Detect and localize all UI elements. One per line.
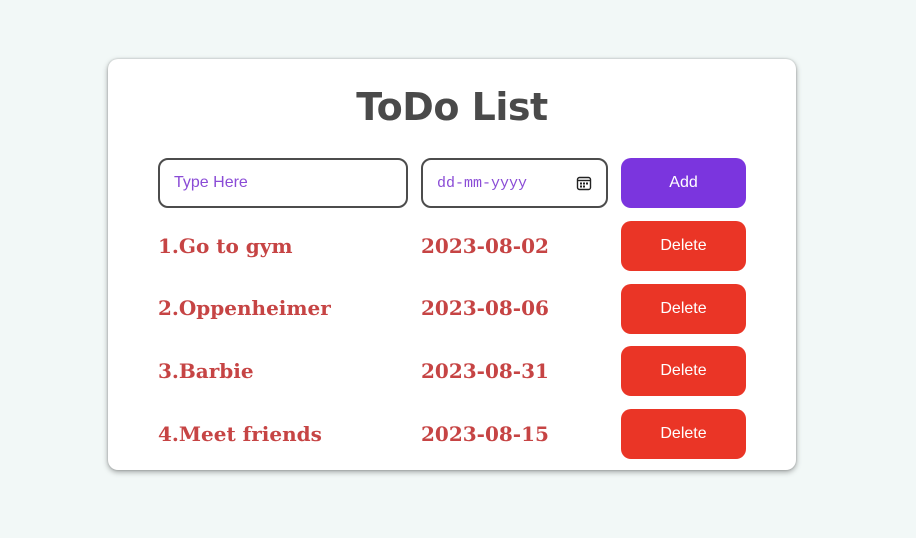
todo-date: 2023-08-31 — [421, 359, 549, 383]
task-input[interactable] — [158, 158, 408, 208]
delete-button[interactable]: Delete — [621, 284, 746, 334]
page-title: ToDo List — [356, 85, 548, 129]
todo-date: 2023-08-15 — [421, 422, 549, 446]
calendar-icon[interactable] — [576, 175, 592, 191]
delete-button[interactable]: Delete — [621, 409, 746, 459]
date-input[interactable]: dd-mm-yyyy — [421, 158, 608, 208]
delete-button[interactable]: Delete — [621, 221, 746, 271]
todo-name: 4.Meet friends — [158, 422, 322, 446]
todo-card: ToDo List dd-mm-yyyy Add 1.Go to gym 202… — [108, 59, 796, 470]
todo-date: 2023-08-02 — [421, 234, 549, 258]
add-button[interactable]: Add — [621, 158, 746, 208]
todo-date: 2023-08-06 — [421, 296, 549, 320]
delete-button[interactable]: Delete — [621, 346, 746, 396]
todo-name: 1.Go to gym — [158, 234, 293, 258]
todo-name: 3.Barbie — [158, 359, 254, 383]
date-placeholder: dd-mm-yyyy — [437, 174, 528, 192]
todo-name: 2.Oppenheimer — [158, 296, 331, 320]
